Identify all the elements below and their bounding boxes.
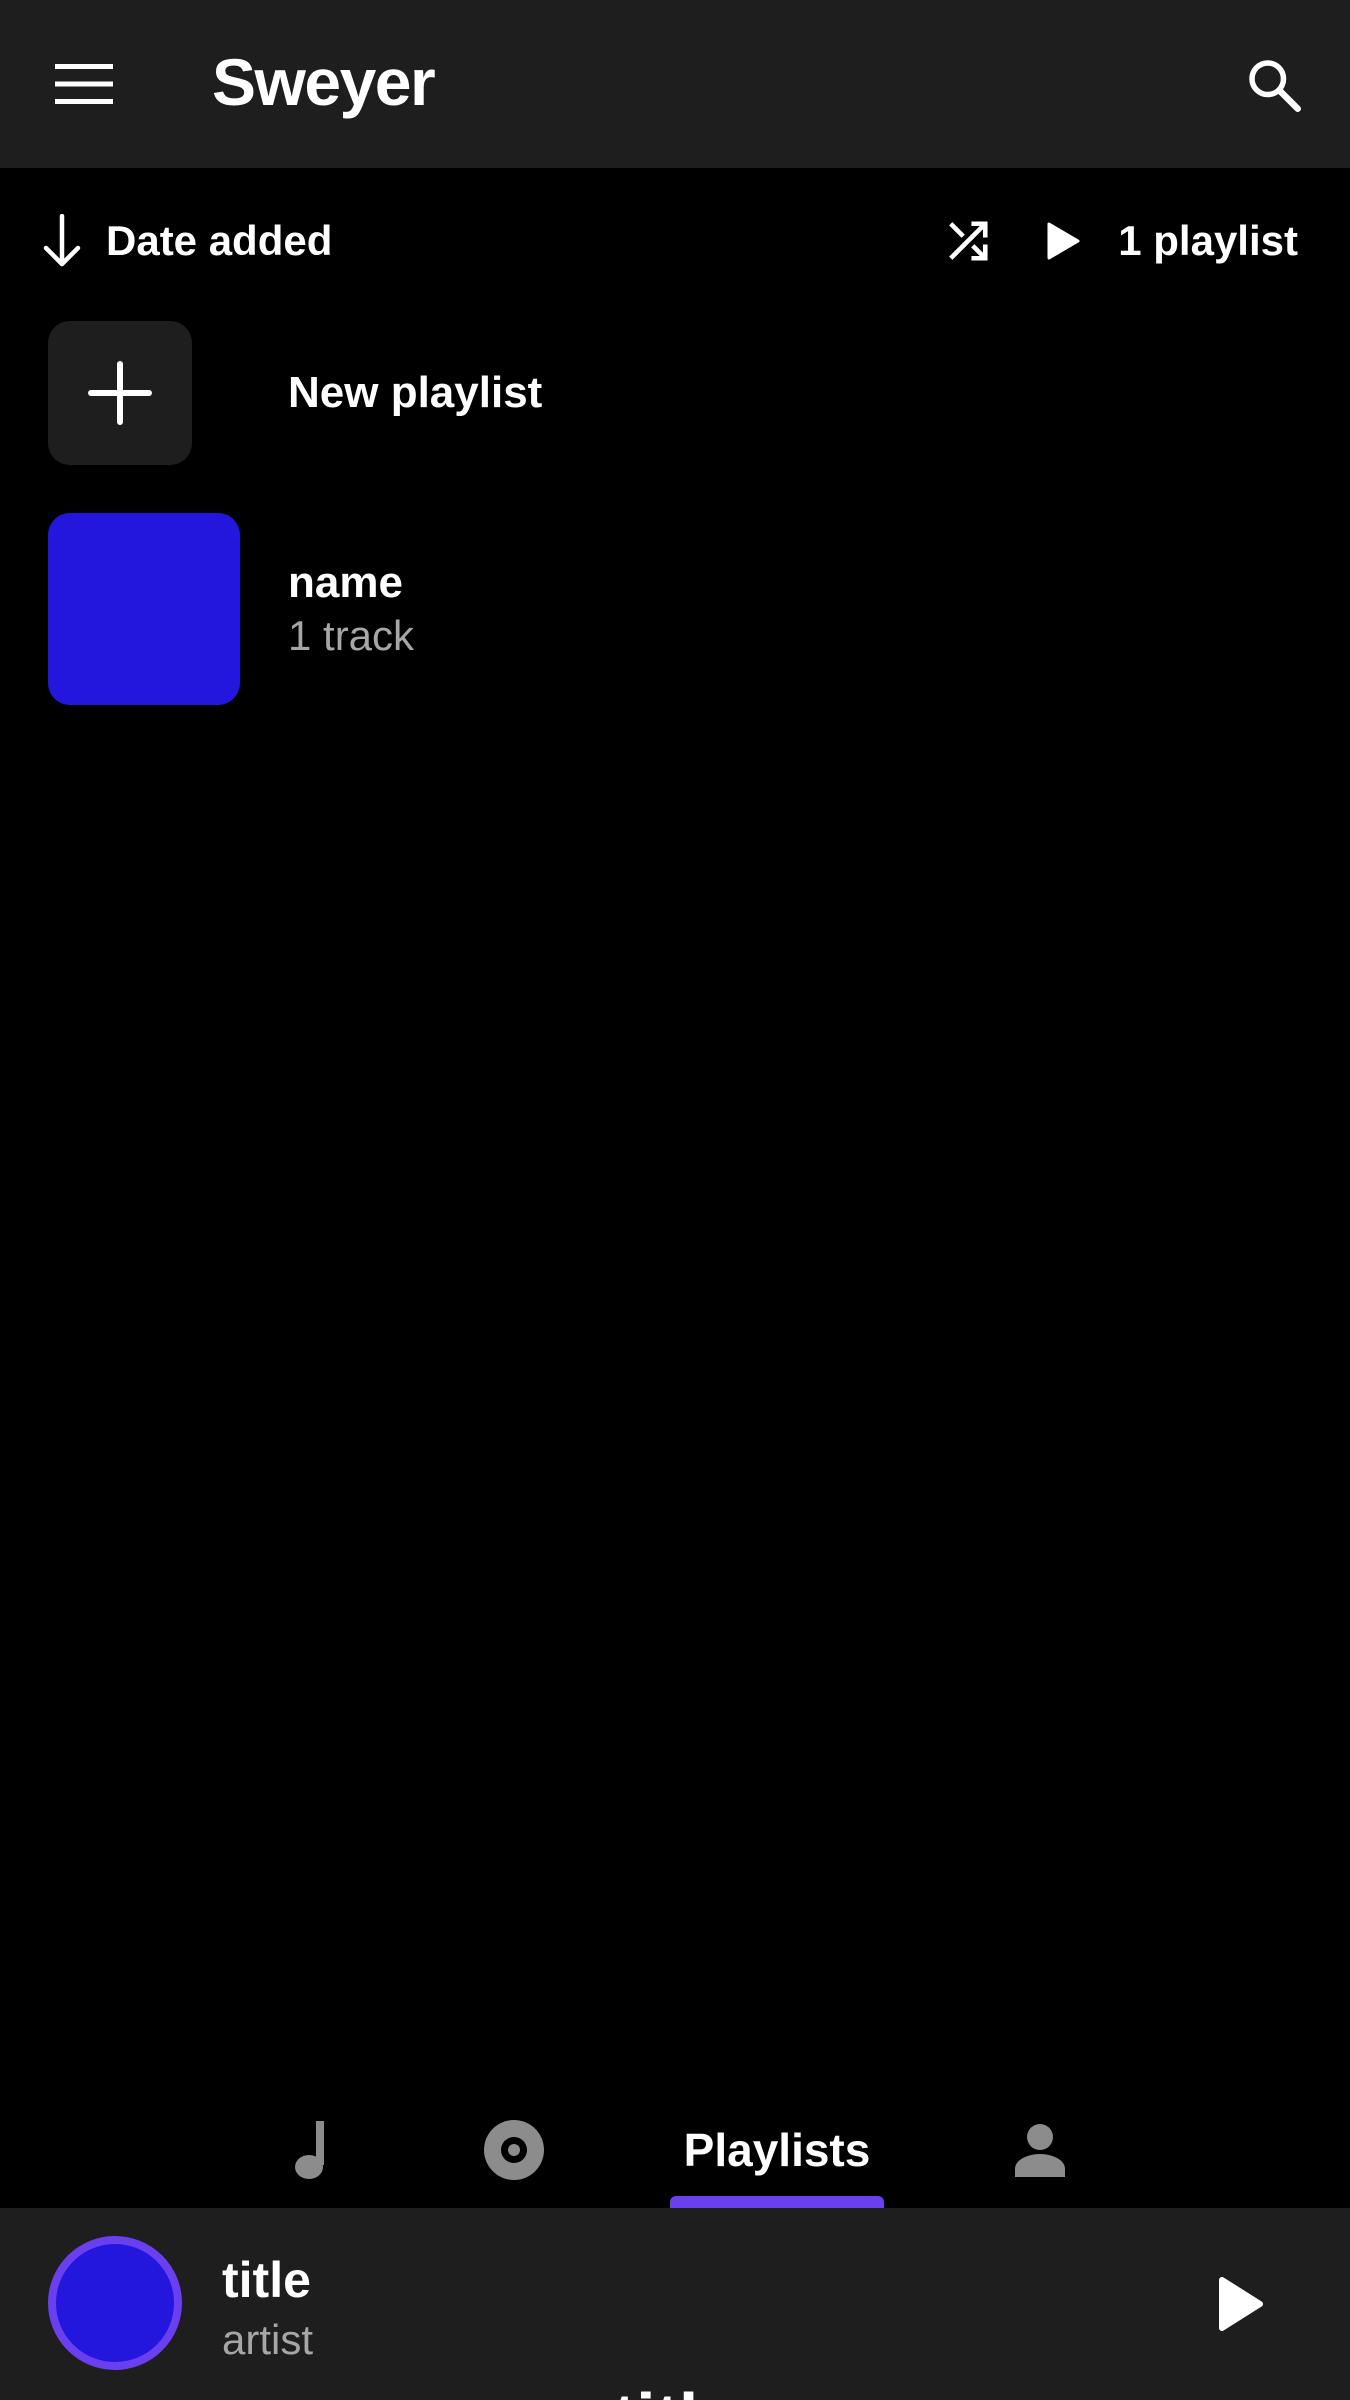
play-pause-button[interactable] — [1190, 2254, 1290, 2354]
mini-player[interactable]: title artist title — [0, 2208, 1350, 2400]
arrow-down-icon — [43, 214, 81, 267]
new-playlist-label: New playlist — [288, 368, 543, 417]
play-icon — [1219, 2277, 1263, 2331]
album-icon — [484, 2120, 544, 2180]
play-all-button[interactable] — [1030, 208, 1096, 274]
plus-icon — [88, 361, 152, 425]
now-playing-artwork — [48, 2236, 182, 2370]
tab-albums[interactable] — [464, 2092, 564, 2208]
menu-button[interactable] — [42, 44, 126, 124]
menu-icon — [55, 64, 113, 104]
app-title: Sweyer — [212, 45, 436, 119]
play-icon — [1047, 222, 1080, 260]
expanded-player-title-peek: title — [0, 2378, 1350, 2400]
now-playing-artist: artist — [222, 2316, 314, 2363]
sort-label: Date added — [106, 217, 333, 264]
shuffle-button[interactable] — [935, 208, 1001, 274]
playlist-artwork — [48, 513, 240, 705]
playlist-item[interactable]: name 1 track — [48, 512, 1302, 706]
playlist-name: name — [288, 558, 403, 607]
now-playing-title: title — [222, 2252, 311, 2308]
sort-button[interactable]: Date added — [42, 200, 332, 282]
list-toolbar: Date added 1 playlist — [0, 200, 1350, 282]
app-root: Sweyer Date added 1 playlist New playlis… — [0, 0, 1350, 2400]
tab-playlists[interactable]: Playlists — [670, 2092, 884, 2208]
tab-songs[interactable] — [262, 2092, 362, 2208]
person-icon — [1015, 2124, 1065, 2177]
tab-artists[interactable] — [990, 2092, 1090, 2208]
shuffle-icon — [949, 221, 988, 261]
search-icon — [1249, 60, 1301, 112]
top-app-bar: Sweyer — [0, 0, 1350, 168]
playlist-track-count: 1 track — [288, 612, 415, 659]
search-button[interactable] — [1226, 40, 1322, 130]
new-playlist-button[interactable]: New playlist — [48, 320, 1302, 466]
new-playlist-tile — [48, 321, 192, 465]
playlist-text: name 1 track — [288, 556, 414, 662]
active-tab-indicator — [670, 2196, 884, 2208]
music-note-icon — [295, 2121, 324, 2179]
playlist-count: 1 playlist — [1118, 217, 1298, 264]
tab-playlists-label: Playlists — [683, 2124, 871, 2176]
bottom-tabs: Playlists — [0, 2092, 1350, 2208]
